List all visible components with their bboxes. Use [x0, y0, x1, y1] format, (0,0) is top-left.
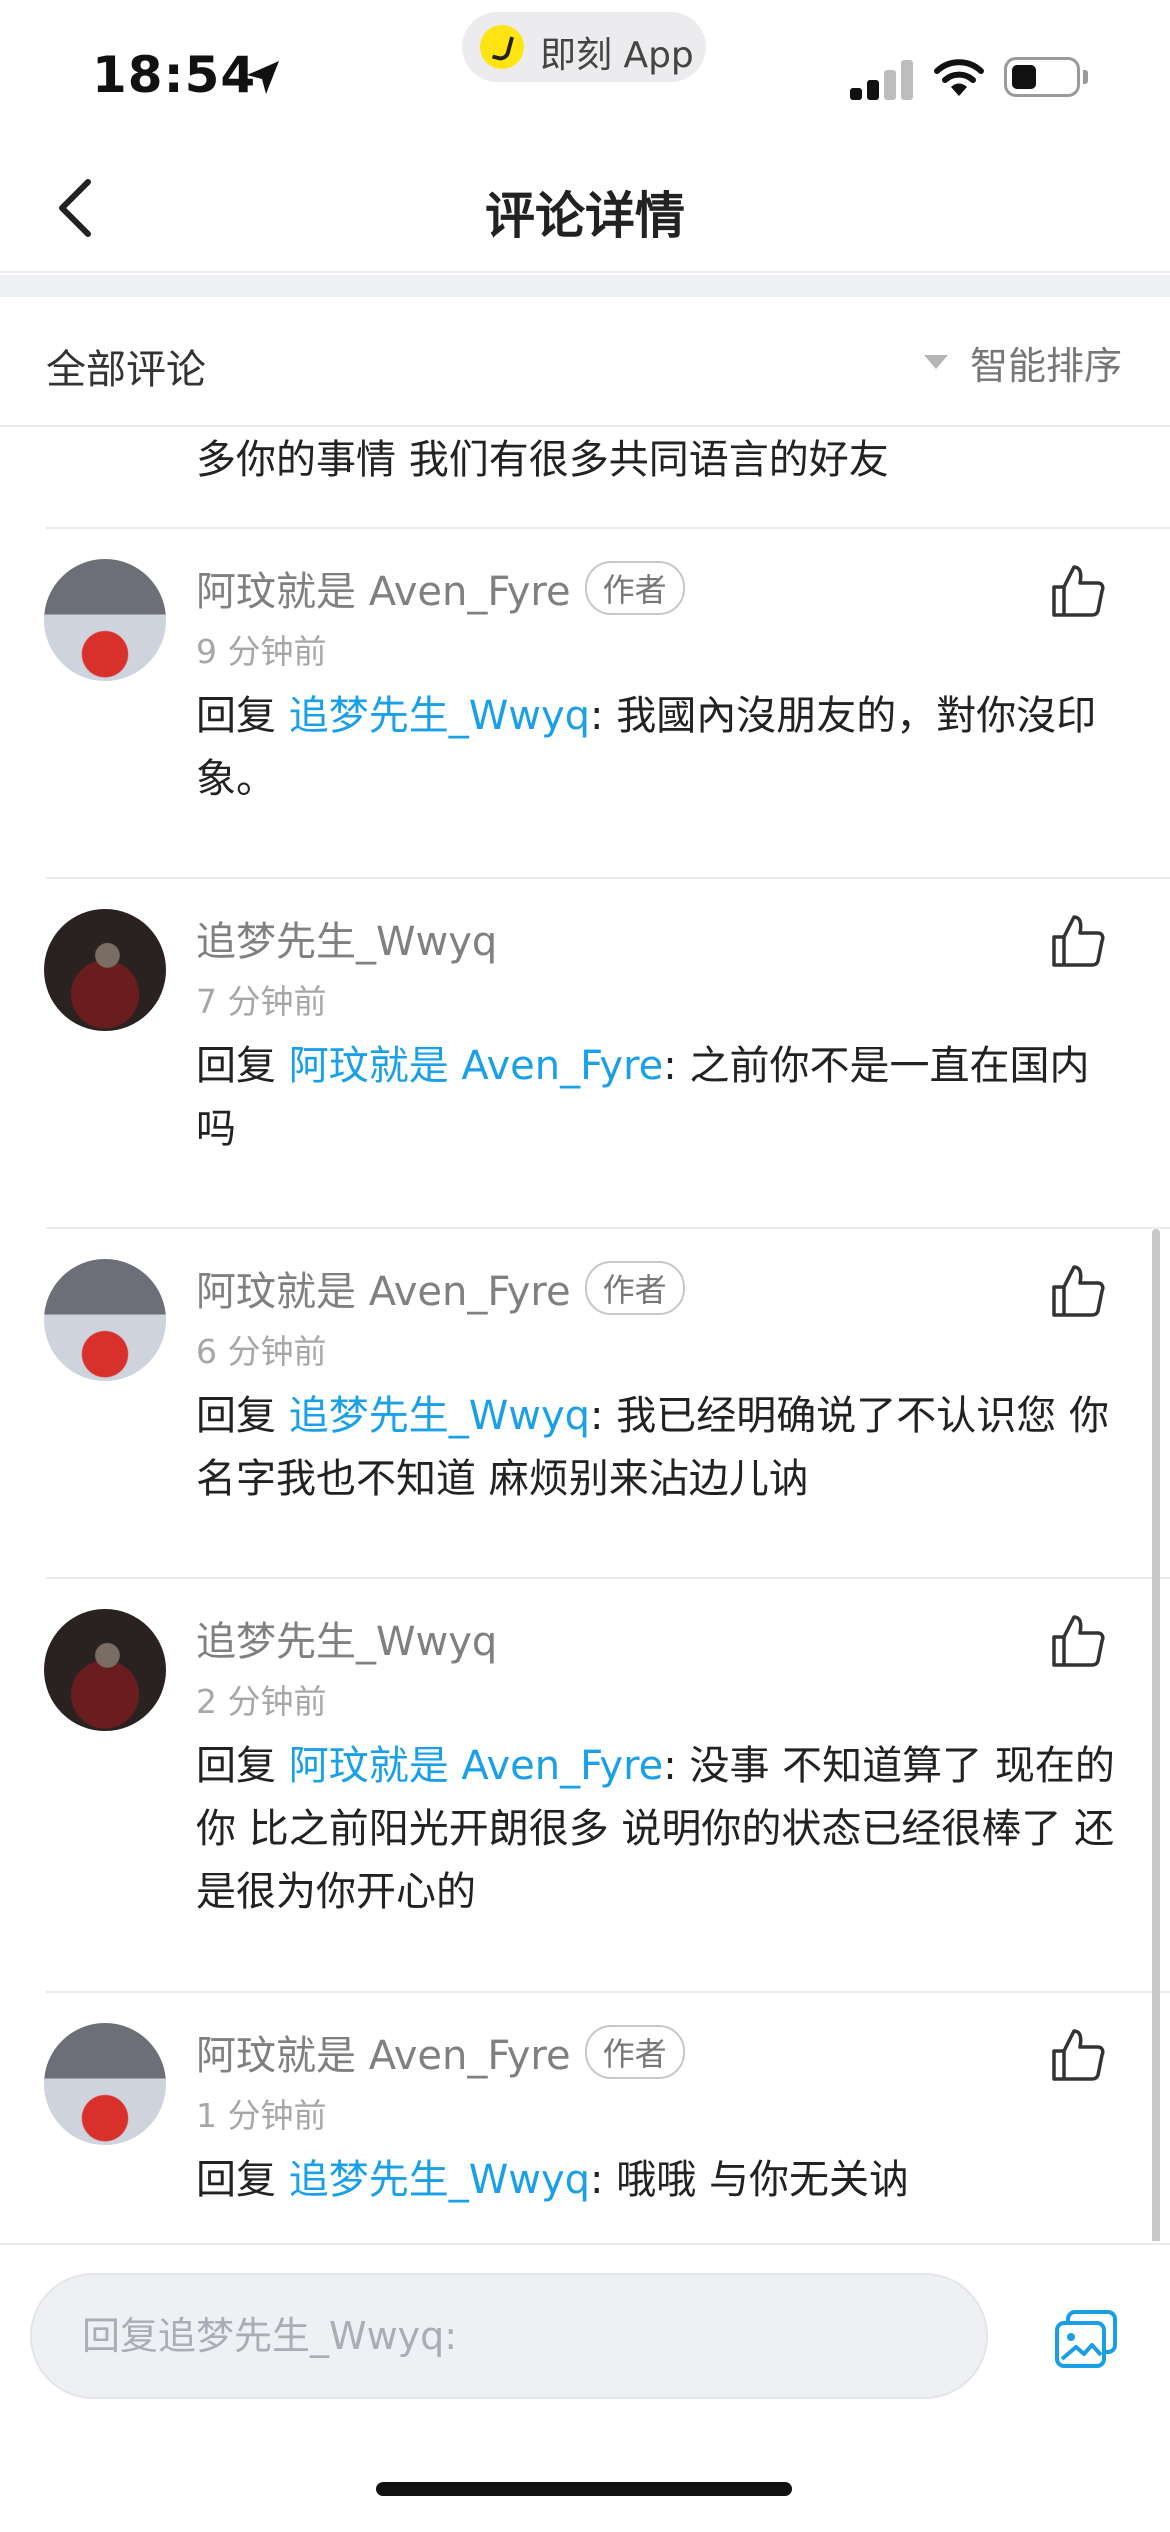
image-picker-icon[interactable] — [1054, 2309, 1118, 2369]
sort-dropdown[interactable]: 智能排序 — [923, 337, 1122, 388]
comment-body: 回复 阿玟就是 Aven_Fyre: 之前你不是一直在国内吗 — [196, 1043, 1090, 1152]
mention-link[interactable]: 追梦先生_Wwyq — [289, 2157, 590, 2203]
separator — [46, 527, 1170, 529]
comment-author[interactable]: 阿玟就是 Aven_Fyre 作者 — [196, 1259, 685, 1317]
thumbs-up-icon[interactable] — [1050, 2027, 1106, 2083]
comment-author[interactable]: 追梦先生_Wwyq — [196, 909, 497, 967]
avatar[interactable] — [44, 1609, 166, 1731]
comment-time: 2 分钟前 — [196, 1682, 327, 1721]
separator — [46, 1227, 1170, 1229]
comment-time: 9 分钟前 — [196, 632, 327, 671]
reply-input[interactable] — [30, 2273, 988, 2399]
author-badge: 作者 — [584, 561, 685, 615]
back-to-app-label: 即刻 App — [540, 35, 694, 76]
all-comments-label: 全部评论 — [46, 347, 206, 393]
comment-list[interactable]: 多你的事情 我们有很多共同语言的好友 阿玟就是 Aven_Fyre 作者 9 分钟… — [0, 429, 1170, 2241]
separator — [46, 1991, 1170, 1993]
comments-header: 全部评论 智能排序 — [0, 297, 1170, 427]
comment-body: 回复 追梦先生_Wwyq: 哦哦 与你无关讷 — [196, 2157, 909, 2203]
separator — [46, 1577, 1170, 1579]
author-badge: 作者 — [584, 2025, 685, 2079]
caret-down-icon — [923, 355, 948, 369]
comment-time: 6 分钟前 — [196, 1332, 327, 1371]
page-title: 评论详情 — [485, 187, 685, 245]
comment-author[interactable]: 追梦先生_Wwyq — [196, 1609, 497, 1667]
comment-body: 回复 阿玟就是 Aven_Fyre: 没事 不知道算了 现在的你 比之前阳光开朗… — [196, 1743, 1115, 1915]
mention-link[interactable]: 追梦先生_Wwyq — [289, 693, 590, 739]
mention-link[interactable]: 追梦先生_Wwyq — [289, 1393, 590, 1439]
avatar[interactable] — [44, 559, 166, 681]
previous-comment-fragment: 多你的事情 我们有很多共同语言的好友 — [196, 437, 889, 483]
comment-body: 回复 追梦先生_Wwyq: 我已经明确说了不认识您 你名字我也不知道 麻烦别来沾… — [196, 1393, 1109, 1502]
section-divider — [0, 275, 1170, 297]
thumbs-up-icon[interactable] — [1050, 563, 1106, 619]
comment-body: 回复 追梦先生_Wwyq: 我國內沒朋友的，對你沒印象。 — [196, 693, 1097, 802]
sort-label: 智能排序 — [969, 343, 1122, 388]
home-indicator[interactable] — [376, 2482, 792, 2496]
back-to-app-pill[interactable]: 即刻 App — [462, 12, 706, 82]
nav-bar: 评论详情 — [0, 140, 1170, 273]
thumbs-up-icon[interactable] — [1050, 913, 1106, 969]
avatar[interactable] — [44, 2023, 166, 2145]
cellular-signal-icon — [850, 60, 914, 100]
wifi-icon — [934, 59, 984, 96]
comment-author[interactable]: 阿玟就是 Aven_Fyre 作者 — [196, 2023, 685, 2081]
status-bar: 18:54 即刻 App — [0, 0, 1170, 140]
battery-icon — [1004, 57, 1080, 97]
avatar[interactable] — [44, 909, 166, 1031]
mention-link[interactable]: 阿玟就是 Aven_Fyre — [289, 1743, 664, 1789]
thumbs-up-icon[interactable] — [1050, 1263, 1106, 1319]
comment-time: 7 分钟前 — [196, 982, 327, 1021]
location-arrow-icon — [247, 61, 279, 94]
author-badge: 作者 — [584, 1261, 685, 1315]
avatar[interactable] — [44, 1259, 166, 1381]
comment-author[interactable]: 阿玟就是 Aven_Fyre 作者 — [196, 559, 685, 617]
separator — [46, 877, 1170, 879]
mention-link[interactable]: 阿玟就是 Aven_Fyre — [289, 1043, 664, 1089]
jike-logo-icon — [480, 25, 524, 69]
comment-time: 1 分钟前 — [196, 2096, 327, 2135]
status-time: 18:54 — [92, 46, 257, 104]
scrollbar[interactable] — [1152, 1229, 1160, 2241]
thumbs-up-icon[interactable] — [1050, 1613, 1106, 1669]
